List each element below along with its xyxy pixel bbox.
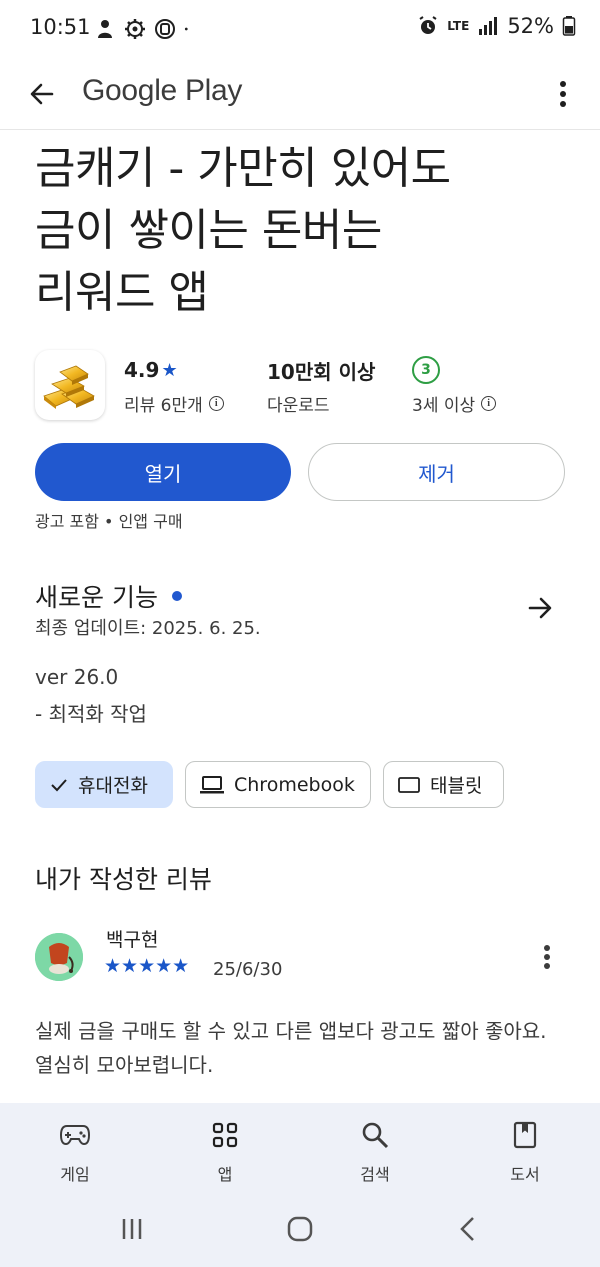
more-vert-icon [560, 81, 566, 107]
release-note-version: ver 26.0 [35, 665, 119, 689]
whats-new-title[interactable]: 새로운 기능 [35, 578, 182, 614]
home-icon [287, 1216, 313, 1242]
release-note-item: - 최적화 작업 [35, 702, 147, 726]
device-chip-label: 태블릿 [430, 775, 483, 797]
status-time: 10:51 [30, 15, 91, 39]
home-button[interactable] [270, 1209, 330, 1249]
app-icon[interactable] [35, 350, 105, 420]
status-right-icons: LTE 52% [417, 14, 576, 38]
downloads-info: 10만회 이상 다운로드 [267, 357, 376, 417]
app-d-icon [155, 19, 175, 39]
nav-item-books[interactable]: 도서 [465, 1103, 585, 1191]
system-back-button[interactable] [438, 1209, 498, 1249]
nav-item-search[interactable]: 검색 [315, 1103, 435, 1191]
chevron-left-icon [460, 1217, 474, 1241]
app-title-line: 금이 쌓이는 돈버는 [35, 205, 382, 256]
nav-label: 앱 [217, 1165, 233, 1184]
nav-item-apps[interactable]: 앱 [165, 1103, 285, 1191]
age-rating-badge: 3 [412, 356, 440, 384]
downloads-value: 10만회 이상 [267, 359, 376, 384]
lte-icon: LTE [447, 19, 470, 33]
downloads-label: 다운로드 [267, 396, 330, 416]
review-date: 25/6/30 [213, 959, 283, 980]
new-indicator-dot [171, 591, 182, 601]
avatar-illustration [35, 933, 83, 981]
info-icon: i [481, 396, 497, 411]
apps-grid-icon [212, 1122, 238, 1148]
info-icon: i [208, 396, 224, 411]
book-icon [513, 1121, 537, 1149]
avatar [35, 933, 83, 981]
alarm-icon [419, 16, 437, 34]
nav-label: 도서 [510, 1165, 540, 1184]
arrow-back-icon [30, 83, 54, 105]
age-rating-label: 3세 이상 [412, 396, 476, 416]
person-icon [98, 20, 112, 38]
remove-button[interactable]: 제거 [308, 443, 565, 501]
search-icon [362, 1122, 389, 1149]
arrow-forward-icon [528, 597, 552, 619]
reviewer-name: 백구현 [106, 929, 159, 951]
bottom-navigation: 게임 앱 검색 도서 [0, 1103, 600, 1191]
star-icon: ★ [161, 359, 178, 381]
my-review-title: 내가 작성한 리뷰 [35, 865, 212, 894]
laptop-icon [200, 775, 224, 793]
last-updated: 최종 업데이트: 2025. 6. 25. [35, 618, 261, 639]
dot-icon [184, 27, 188, 31]
nav-label: 검색 [360, 1165, 390, 1184]
device-chip-chromebook[interactable]: Chromebook [185, 761, 371, 808]
app-bar-title: Google Play [82, 74, 243, 107]
nav-label: 게임 [60, 1165, 90, 1184]
more-vert-icon [544, 945, 550, 969]
back-button[interactable] [22, 74, 62, 114]
battery-icon [562, 16, 576, 36]
status-left-icons [94, 18, 194, 40]
tablet-icon [398, 776, 420, 793]
check-icon [51, 778, 67, 791]
status-bar: 10:51 LTE 52% [0, 0, 600, 58]
rating-value: 4.9 [124, 358, 160, 382]
whats-new-arrow-button[interactable] [522, 590, 558, 626]
review-more-button[interactable] [534, 940, 560, 974]
device-chip-tablet[interactable]: 태블릿 [383, 761, 504, 808]
more-options-button[interactable] [548, 74, 578, 114]
rating-info[interactable]: 4.9 ★ 리뷰 6만개 i [124, 357, 224, 416]
app-title: 금캐기 - 가만히 있어도 금이 쌓이는 돈버는 리워드 앱 [35, 138, 575, 324]
ads-note: 광고 포함 • 인앱 구매 [35, 512, 183, 531]
nav-item-games[interactable]: 게임 [15, 1103, 135, 1191]
gold-bars-icon [43, 365, 95, 409]
recents-icon [122, 1219, 142, 1239]
app-bar: Google Play [0, 58, 600, 130]
app-title-line: 리워드 앱 [35, 267, 209, 318]
review-stars: ★★★★★ [104, 955, 190, 977]
whats-new-label: 새로운 기능 [35, 583, 158, 612]
device-chip-label: 휴대전화 [78, 775, 148, 797]
device-chip-phone[interactable]: 휴대전화 [35, 761, 173, 808]
battery-percent: 52% [507, 14, 554, 38]
age-rating-info[interactable]: 3 3세 이상 i [412, 356, 497, 416]
device-chip-label: Chromebook [234, 773, 355, 796]
app-title-line: 금캐기 - 가만히 있어도 [35, 143, 451, 194]
review-text: 실제 금을 구매도 할 수 있고 다른 앱보다 광고도 짧아 좋아요. 열심히 … [35, 1019, 547, 1077]
gamepad-icon [60, 1125, 90, 1146]
reviews-count: 리뷰 6만개 [124, 396, 203, 416]
open-button[interactable]: 열기 [35, 443, 291, 501]
signal-icon [479, 17, 498, 35]
recents-button[interactable] [102, 1209, 162, 1249]
system-navigation-bar [0, 1191, 600, 1267]
settings-cog-icon [125, 19, 145, 39]
